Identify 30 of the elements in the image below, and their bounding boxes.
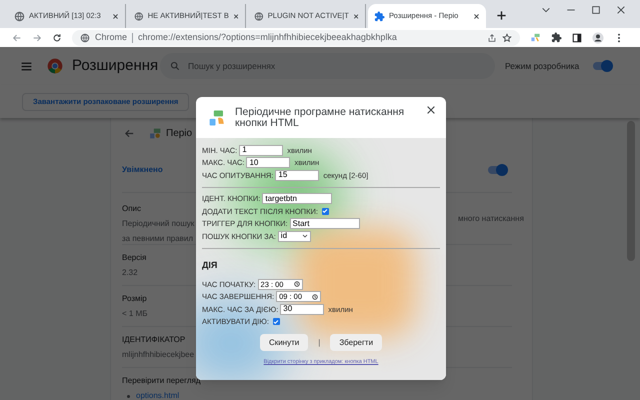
address-bar[interactable]: Chrome chrome://extensions/?options=mlijnhfhhibiecekjbeeakhagbkhplka bbox=[72, 30, 520, 46]
detail-text: < 1 МБ bbox=[122, 308, 148, 320]
input-field[interactable]: 10 bbox=[246, 157, 290, 168]
detail-text: Періодичний пошук bbox=[122, 218, 194, 230]
page-title: Розширення bbox=[72, 56, 160, 76]
input-field[interactable]: targetbtn bbox=[262, 193, 332, 204]
section-label: Опис bbox=[122, 203, 142, 215]
input-field[interactable]: 1 bbox=[239, 144, 284, 156]
status-label: Увімкнено bbox=[122, 164, 163, 176]
detail-text: 2.32 bbox=[122, 267, 138, 279]
detail-text: много натискання bbox=[458, 213, 524, 225]
section-label: ІДЕНТИФІКАТОР bbox=[122, 334, 186, 346]
chrome-label: Chrome bbox=[95, 30, 128, 44]
input-field[interactable]: Start bbox=[290, 218, 360, 230]
detail-text: mlijnhfhhibiecekjbee bbox=[122, 349, 194, 361]
detail-text: за певними правил bbox=[122, 233, 194, 245]
section-label: Версія bbox=[122, 252, 146, 264]
section-label: Перевірити перегляд bbox=[122, 375, 200, 387]
input-field[interactable]: 30 bbox=[280, 304, 324, 315]
save-button[interactable]: Зберегти bbox=[330, 334, 382, 351]
input-field[interactable]: 15 bbox=[275, 170, 320, 181]
separator-text: | bbox=[318, 336, 320, 348]
extension-name: Періо bbox=[166, 126, 192, 140]
search-field[interactable]: Пошук у розширеннях bbox=[160, 53, 495, 79]
section-heading: ДІЯ bbox=[202, 258, 218, 272]
dialog-title: Періодичне програмне натискання кнопки HTML bbox=[235, 106, 406, 128]
developer-mode-label: Режим розробника bbox=[505, 60, 580, 72]
reset-button[interactable]: Скинути bbox=[260, 334, 308, 351]
url-text: chrome://extensions/?options=mlijnhfhhibiecekjbeeakhagbkhplka bbox=[138, 30, 397, 44]
section-label: Розмір bbox=[122, 293, 147, 305]
